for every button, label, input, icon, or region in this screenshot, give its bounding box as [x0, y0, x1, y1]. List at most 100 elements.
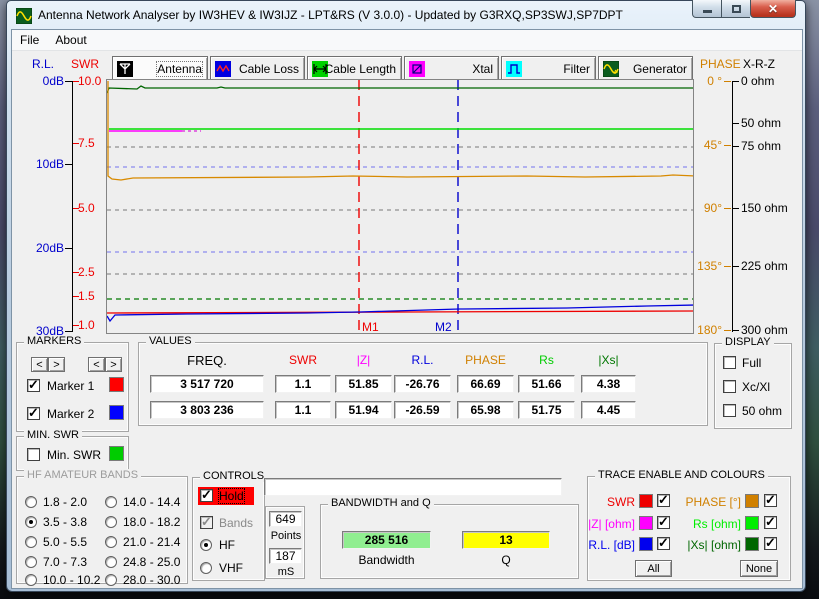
hf-bands-panel-title: HF AMATEUR BANDS [24, 469, 141, 481]
menu-file[interactable]: File [12, 31, 47, 49]
trace-swr-checkbox[interactable] [657, 494, 670, 507]
trace-xs-checkbox[interactable] [764, 537, 777, 550]
maximize-button[interactable] [722, 0, 750, 18]
marker2-label: Marker 2 [47, 407, 94, 421]
band-24.8-label: 24.8 - 25.0 [123, 555, 180, 569]
band-10.0-label: 10.0 - 10.2 [43, 573, 100, 587]
xrz-tick-label: 75 ohm [741, 139, 793, 153]
trace-all-button[interactable]: All [635, 560, 672, 577]
xs-ohm-trace [107, 86, 693, 93]
marker1-label: Marker 1 [47, 379, 94, 393]
marker2-checkbox[interactable] [27, 407, 40, 420]
vhf-radio[interactable] [200, 562, 212, 574]
trace-swr-swatch[interactable] [639, 494, 653, 508]
marker2-next-button[interactable]: > [105, 357, 122, 372]
value-m2-z: 51.94 [335, 401, 392, 419]
marker1-next-button[interactable]: > [48, 357, 65, 372]
trace-xs-swatch[interactable] [745, 537, 759, 551]
marker2-prev-button[interactable]: < [88, 357, 105, 372]
hold-checkbox[interactable] [200, 489, 213, 502]
tab-antenna-label: Antenna [157, 62, 202, 76]
trace-phase-checkbox[interactable] [764, 494, 777, 507]
points-label: Points [269, 530, 303, 542]
trace-rl-swatch[interactable] [639, 537, 653, 551]
phase-axis-caption: PHASE [700, 57, 741, 71]
xrz-tick [733, 330, 739, 331]
trace-none-button[interactable]: None [740, 560, 778, 577]
marker1-prev-button[interactable]: < [31, 357, 48, 372]
trace-rl-checkbox[interactable] [657, 537, 670, 550]
band-3.5-radio[interactable] [25, 516, 37, 528]
values-header-freq: FREQ. [150, 353, 264, 367]
xtal-icon [409, 61, 425, 77]
band-21.0-radio[interactable] [105, 536, 117, 548]
band-5.0-radio[interactable] [25, 536, 37, 548]
xrz-tick-label: 300 ohm [741, 323, 793, 337]
values-header-swr: SWR [275, 353, 331, 367]
tab-cable-length-label: Cable Length [325, 62, 396, 76]
trace-rs-checkbox[interactable] [764, 516, 777, 529]
display-full-checkbox[interactable] [723, 356, 736, 369]
min-swr-colour-swatch[interactable] [109, 446, 124, 461]
menu-about[interactable]: About [47, 31, 94, 49]
band-1.8-radio[interactable] [25, 496, 37, 508]
xrz-tick [733, 266, 739, 267]
xrz-tick [733, 81, 739, 82]
rl-tick-label: 10dB [20, 157, 64, 171]
chart-plot-area[interactable]: M1M2 [106, 79, 694, 334]
vhf-label: VHF [219, 561, 243, 575]
minimize-button[interactable] [692, 0, 722, 18]
hf-label: HF [219, 538, 235, 552]
hf-radio[interactable] [200, 539, 212, 551]
sweep-status-input[interactable] [264, 478, 562, 496]
tab-xtal-label: Xtal [472, 62, 493, 76]
trace-rl-label: R.L. [dB] [588, 538, 635, 552]
desktop: Antenna Network Analyser by IW3HEV & IW3… [0, 0, 819, 599]
band-14.0-radio[interactable] [105, 496, 117, 508]
band-18.0-radio[interactable] [105, 516, 117, 528]
band-28.0-radio[interactable] [105, 574, 117, 586]
band-24.8-radio[interactable] [105, 556, 117, 568]
band-7.0-label: 7.0 - 7.3 [43, 555, 87, 569]
display-xcxl-checkbox[interactable] [723, 380, 736, 393]
display-50ohm-checkbox[interactable] [723, 404, 736, 417]
band-3.5-label: 3.5 - 3.8 [43, 515, 87, 529]
swr-tick [73, 272, 79, 273]
titlebar[interactable]: Antenna Network Analyser by IW3HEV & IW3… [7, 1, 805, 29]
trace-z-swatch[interactable] [639, 516, 653, 530]
xrz-tick-label: 50 ohm [741, 116, 793, 130]
xrz-tick-label: 150 ohm [741, 201, 793, 215]
svg-text:M2: M2 [435, 320, 452, 333]
marker1-checkbox[interactable] [27, 379, 40, 392]
value-m2-swr: 1.1 [275, 401, 331, 419]
band-1.8-label: 1.8 - 2.0 [43, 495, 87, 509]
min-swr-checkbox[interactable] [27, 448, 40, 461]
trace-z-label: |Z| [ohm] [588, 517, 635, 531]
rl-tick [65, 331, 72, 332]
chart-svg: M1M2 [107, 80, 693, 333]
generator-icon [603, 61, 619, 77]
close-button[interactable]: ✕ [750, 0, 796, 18]
swr-tick [73, 81, 79, 82]
marker2-colour-swatch[interactable] [109, 405, 124, 420]
band-7.0-radio[interactable] [25, 556, 37, 568]
xrz-axis-caption: X-R-Z [743, 57, 775, 71]
xrz-tick [733, 123, 739, 124]
swr-tick-label: 10.0 [78, 74, 108, 88]
swr-tick-label: 1.5 [78, 289, 108, 303]
band-10.0-radio[interactable] [25, 574, 37, 586]
bands-checkbox[interactable] [200, 516, 213, 529]
trace-xs-label: |Xs| [ohm] [673, 538, 741, 552]
client-area: R.L. SWR PHASE X-R-Z Antenna Cable Loss … [12, 51, 802, 588]
marker1-colour-swatch[interactable] [109, 377, 124, 392]
trace-rs-label: Rs [ohm] [673, 517, 741, 531]
antenna-icon [117, 61, 133, 77]
value-m2-rs: 51.75 [518, 401, 575, 419]
q-label: Q [462, 553, 550, 567]
swr-tick [73, 296, 79, 297]
swr-tick-label: 7.5 [78, 136, 108, 150]
points-value: 649 [269, 511, 302, 527]
trace-z-checkbox[interactable] [657, 516, 670, 529]
trace-rs-swatch[interactable] [745, 516, 759, 530]
trace-phase-swatch[interactable] [745, 494, 759, 508]
